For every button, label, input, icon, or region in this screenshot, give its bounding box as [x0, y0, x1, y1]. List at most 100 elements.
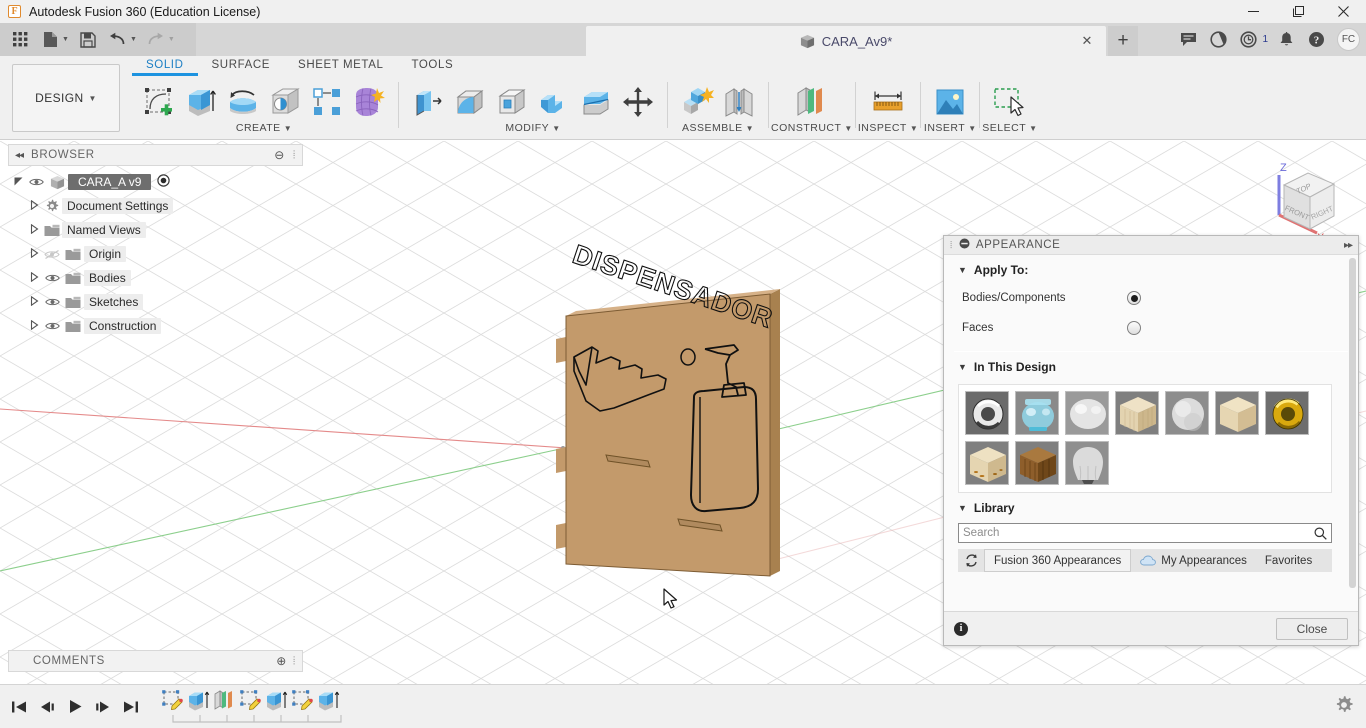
- browser-minimize-icon[interactable]: ⊖: [274, 148, 285, 162]
- appearance-dialog-titlebar[interactable]: ⦙ APPEARANCE ▸▸: [944, 236, 1358, 255]
- tab-surface[interactable]: SURFACE: [198, 56, 285, 78]
- gold-polished-swatch[interactable]: [1265, 391, 1309, 435]
- file-menu-group[interactable]: ▼: [36, 27, 72, 53]
- search-input[interactable]: [963, 527, 1314, 539]
- library-tab-my-appearances[interactable]: My Appearances: [1131, 549, 1256, 572]
- browser-item-document-settings[interactable]: Document Settings: [10, 194, 260, 218]
- model-dispensador-plate[interactable]: DISPENSADOR: [548, 171, 848, 591]
- library-tab-favorites[interactable]: Favorites: [1256, 549, 1321, 572]
- undo-dropdown-caret-icon[interactable]: ▼: [130, 36, 140, 43]
- expand-arrow-icon[interactable]: [26, 295, 42, 308]
- app-grid-icon[interactable]: [6, 27, 34, 53]
- refresh-icon[interactable]: [958, 553, 984, 568]
- undo-icon[interactable]: [104, 27, 132, 53]
- paint-matte-white-swatch[interactable]: [1165, 391, 1209, 435]
- add-comment-icon[interactable]: ⊕: [276, 654, 287, 668]
- timeline-settings-gear-icon[interactable]: [1334, 695, 1354, 718]
- dialog-expand-icon[interactable]: ▸▸: [1344, 240, 1353, 251]
- activate-component-radio[interactable]: [157, 174, 171, 190]
- panel-inspect-label[interactable]: INSPECT ▼: [858, 122, 918, 134]
- step-forward-button[interactable]: [90, 694, 116, 720]
- apply-to-faces-row[interactable]: Faces: [944, 313, 1358, 343]
- workspace-selector[interactable]: DESIGN ▼: [12, 64, 120, 132]
- shell-icon[interactable]: [491, 82, 533, 122]
- joint-icon[interactable]: [718, 82, 760, 122]
- timeline-sketch-2[interactable]: [238, 687, 264, 713]
- fabric-cloth-swatch[interactable]: [1065, 441, 1109, 485]
- move-copy-icon[interactable]: [617, 82, 659, 122]
- step-back-button[interactable]: [34, 694, 60, 720]
- minimize-window-button[interactable]: [1231, 0, 1276, 23]
- chrome-polished-swatch[interactable]: [965, 391, 1009, 435]
- in-this-design-section-header[interactable]: ▼ In This Design: [944, 352, 1358, 380]
- browser-resize-grip[interactable]: ⦙: [293, 149, 296, 162]
- pattern-icon[interactable]: [306, 82, 348, 122]
- create-sketch-icon[interactable]: [138, 82, 180, 122]
- offset-plane-icon[interactable]: [791, 82, 833, 122]
- panel-create-label[interactable]: CREATE ▼: [236, 122, 292, 134]
- expand-arrow-icon[interactable]: [26, 199, 42, 212]
- panel-assemble-label[interactable]: ASSEMBLE ▼: [682, 122, 754, 134]
- expand-arrow-icon[interactable]: [26, 247, 42, 260]
- fillet-icon[interactable]: [449, 82, 491, 122]
- press-pull-icon[interactable]: [407, 82, 449, 122]
- eye-icon[interactable]: [26, 177, 46, 187]
- bell-icon[interactable]: [1273, 26, 1300, 53]
- close-window-button[interactable]: [1321, 0, 1366, 23]
- apply-to-faces-radio[interactable]: [1127, 321, 1141, 335]
- close-document-tab-button[interactable]: ✕: [1080, 33, 1094, 48]
- new-component-icon[interactable]: [676, 82, 718, 122]
- panel-modify-label[interactable]: MODIFY ▼: [505, 122, 560, 134]
- revolve-icon[interactable]: [222, 82, 264, 122]
- info-icon[interactable]: i: [954, 621, 968, 636]
- combine-icon[interactable]: [533, 82, 575, 122]
- browser-item-construction[interactable]: Construction: [10, 314, 260, 338]
- appearance-search-box[interactable]: [958, 523, 1332, 543]
- browser-item-sketches[interactable]: Sketches: [10, 290, 260, 314]
- file-icon[interactable]: [36, 27, 64, 53]
- plastic-white-swatch[interactable]: [1065, 391, 1109, 435]
- timeline-extrude-2[interactable]: [264, 687, 290, 713]
- glass-blue-swatch[interactable]: [1015, 391, 1059, 435]
- maximize-window-button[interactable]: [1276, 0, 1321, 23]
- library-section-header[interactable]: ▼ Library: [944, 493, 1358, 521]
- wood-maple-swatch[interactable]: [1215, 391, 1259, 435]
- insert-image-icon[interactable]: [929, 82, 971, 122]
- document-tab[interactable]: CARA_Av9* ✕: [586, 26, 1106, 56]
- wood-pine-swatch[interactable]: [965, 441, 1009, 485]
- browser-collapse-icon[interactable]: ◂◂: [15, 150, 24, 161]
- measure-icon[interactable]: [867, 82, 909, 122]
- tab-sheet-metal[interactable]: SHEET METAL: [284, 56, 397, 78]
- expand-arrow-icon[interactable]: [26, 319, 42, 332]
- timeline-sketch-3[interactable]: [290, 687, 316, 713]
- panel-construct-label[interactable]: CONSTRUCT ▼: [771, 122, 853, 134]
- go-to-end-button[interactable]: [118, 694, 144, 720]
- comments-panel-header[interactable]: COMMENTS ⊕ ⦙: [8, 650, 303, 672]
- sweep-icon[interactable]: [264, 82, 306, 122]
- comments-resize-grip[interactable]: ⦙: [293, 655, 296, 668]
- browser-item-named-views[interactable]: Named Views: [10, 218, 260, 242]
- tab-solid[interactable]: SOLID: [132, 56, 198, 78]
- redo-dropdown-caret-icon[interactable]: ▼: [168, 36, 178, 43]
- split-face-icon[interactable]: [575, 82, 617, 122]
- wood-birch-swatch[interactable]: [1115, 391, 1159, 435]
- eye-icon[interactable]: [42, 297, 62, 307]
- form-icon[interactable]: [348, 82, 390, 122]
- go-to-beginning-button[interactable]: [6, 694, 32, 720]
- appearance-scrollbar[interactable]: [1349, 258, 1356, 588]
- library-tab-fusion360[interactable]: Fusion 360 Appearances: [984, 549, 1132, 572]
- tab-tools[interactable]: TOOLS: [397, 56, 467, 78]
- close-button[interactable]: Close: [1276, 617, 1348, 640]
- view-cube[interactable]: Z X TOP FRONT RIGHT: [1258, 153, 1358, 248]
- job-status-icon[interactable]: [1205, 26, 1232, 53]
- redo-group[interactable]: ▼: [142, 27, 178, 53]
- help-icon[interactable]: ?: [1303, 26, 1330, 53]
- browser-item-bodies[interactable]: Bodies: [10, 266, 260, 290]
- appearance-dialog[interactable]: ⦙ APPEARANCE ▸▸ ▼ Apply To: Bodies/Compo…: [943, 235, 1359, 646]
- redo-icon[interactable]: [142, 27, 170, 53]
- save-icon[interactable]: [74, 27, 102, 53]
- timeline-extrude-3[interactable]: [316, 687, 342, 713]
- timeline-plane-1[interactable]: [212, 687, 238, 713]
- apply-to-bodies-row[interactable]: Bodies/Components: [944, 283, 1358, 313]
- expand-arrow-icon[interactable]: [26, 271, 42, 284]
